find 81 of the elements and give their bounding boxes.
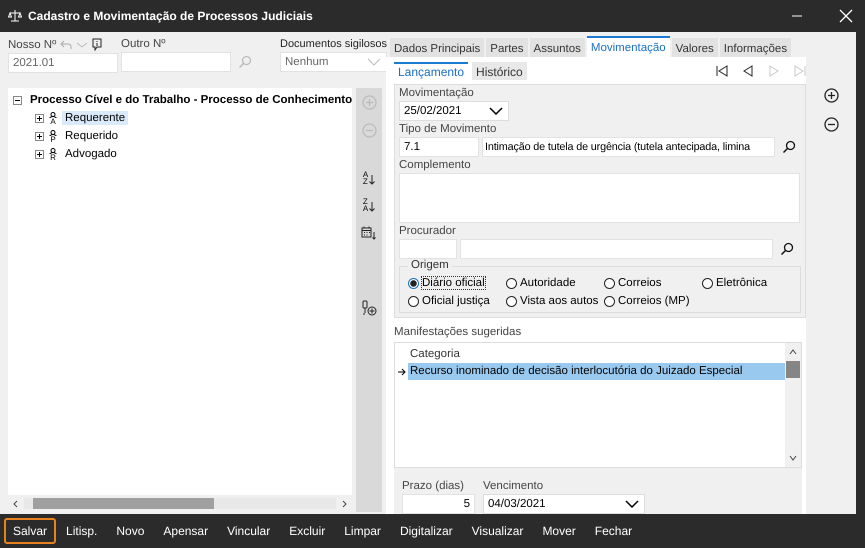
field-label: Documentos sigilosos bbox=[280, 37, 387, 52]
toolbar-button[interactable]: Apensar bbox=[154, 518, 218, 544]
search-icon[interactable] bbox=[780, 242, 794, 256]
column-header: Categoria bbox=[409, 347, 461, 362]
collapse-toggle-icon[interactable] bbox=[13, 96, 22, 104]
tipo-descricao-field[interactable]: Intimação de tutela de urgência (tutela antecipada, limina bbox=[482, 137, 775, 157]
scrollbar-thumb[interactable] bbox=[786, 361, 800, 378]
list-row[interactable]: Recurso inominado de decisão interlocutória do Juizado Especial bbox=[408, 363, 785, 380]
window-title: Cadastro e Movimentação de Processos Judiciais bbox=[28, 9, 313, 23]
radio-option[interactable]: Autoridade bbox=[506, 275, 604, 291]
toolbar-button[interactable]: Vincular bbox=[218, 518, 280, 544]
vertical-scrollbar[interactable] bbox=[785, 343, 801, 467]
scales-icon bbox=[8, 9, 22, 23]
prazo-field[interactable]: 5 bbox=[402, 494, 475, 514]
scroll-down-icon[interactable] bbox=[789, 455, 797, 461]
chevron-down-icon bbox=[489, 107, 503, 115]
toolbar-button[interactable]: Salvar bbox=[4, 518, 56, 544]
radio-option[interactable]: Correios (MP) bbox=[604, 293, 702, 309]
tab[interactable]: Histórico bbox=[472, 62, 527, 80]
tree-item[interactable]: Requerente bbox=[62, 111, 128, 125]
previous-icon[interactable] bbox=[742, 65, 754, 77]
toolbar-button[interactable]: Mover bbox=[533, 518, 585, 544]
vencimento-date-picker[interactable]: 04/03/2021 bbox=[483, 494, 645, 514]
toolbar-button[interactable]: Excluir bbox=[280, 518, 334, 544]
radio-option[interactable]: Vista aos autos bbox=[506, 293, 604, 309]
tab[interactable]: Lançamento bbox=[394, 62, 468, 80]
toolbar-button[interactable]: Visualizar bbox=[462, 518, 532, 544]
chevron-down-icon bbox=[367, 58, 381, 66]
scroll-up-icon[interactable] bbox=[789, 349, 797, 355]
tab[interactable]: Informações bbox=[720, 38, 792, 57]
row-pointer-icon bbox=[398, 368, 406, 376]
procurador-codigo-field[interactable] bbox=[399, 239, 457, 259]
info-note-icon[interactable] bbox=[92, 38, 102, 51]
tree-item[interactable]: Requerido bbox=[62, 129, 122, 143]
remove-icon[interactable] bbox=[824, 117, 838, 132]
tab[interactable]: Partes bbox=[486, 38, 528, 57]
radio-option[interactable]: Diário oficial bbox=[408, 275, 506, 291]
radio-option[interactable]: Correios bbox=[604, 275, 702, 291]
calendar-sort-icon[interactable] bbox=[361, 225, 377, 241]
field-label: Vencimento bbox=[483, 479, 544, 494]
chevron-down-icon bbox=[625, 500, 639, 508]
field-label: Tipo de Movimento bbox=[399, 122, 498, 137]
expand-toggle-icon[interactable] bbox=[35, 150, 44, 158]
field-label: Complemento bbox=[399, 158, 472, 173]
scroll-right-icon[interactable] bbox=[340, 500, 348, 508]
toolbar-button[interactable]: Digitalizar bbox=[390, 518, 462, 544]
movimentacao-date-picker[interactable]: 25/02/2021 bbox=[399, 101, 509, 121]
toolbar-button[interactable]: Limpar bbox=[335, 518, 390, 544]
expand-toggle-icon[interactable] bbox=[35, 114, 44, 122]
outro-numero-field[interactable] bbox=[121, 52, 231, 72]
first-record-icon[interactable] bbox=[716, 65, 728, 77]
toolbar-button[interactable]: Novo bbox=[107, 518, 154, 544]
section-label: Manifestações sugeridas bbox=[394, 326, 522, 340]
tab[interactable]: Movimentação bbox=[586, 36, 670, 57]
tree-item[interactable]: Advogado bbox=[62, 147, 120, 161]
complemento-field[interactable] bbox=[399, 173, 800, 223]
toolbar-button[interactable]: Fechar bbox=[586, 518, 642, 544]
add-attachment-icon[interactable] bbox=[361, 300, 377, 316]
group-label: Origem bbox=[408, 259, 452, 271]
scroll-left-icon[interactable] bbox=[12, 500, 20, 508]
nosso-numero-field[interactable]: 2021.01 bbox=[8, 53, 118, 73]
field-label: Procurador bbox=[399, 224, 457, 239]
close-icon[interactable] bbox=[839, 9, 853, 23]
procurador-nome-field[interactable] bbox=[460, 239, 773, 259]
documentos-sigilosos-dropdown[interactable]: Nenhum bbox=[280, 52, 387, 72]
field-label: Nosso Nº bbox=[8, 38, 56, 50]
tab[interactable]: Dados Principais bbox=[390, 38, 484, 57]
add-icon[interactable] bbox=[824, 88, 838, 103]
tab[interactable]: Valores bbox=[672, 38, 718, 57]
toolbar-button[interactable]: Litisp. bbox=[57, 518, 106, 544]
tab[interactable]: Assuntos bbox=[530, 38, 585, 57]
field-label: Outro Nº bbox=[121, 37, 166, 52]
scrollbar-thumb[interactable] bbox=[33, 498, 214, 509]
radio-option[interactable]: Eletrônica bbox=[702, 275, 800, 291]
radio-option[interactable]: Oficial justiça bbox=[408, 293, 506, 309]
tree-item[interactable]: Processo Cível e do Trabalho - Processo de Conhecimento bbox=[30, 94, 352, 106]
field-label: Movimentação bbox=[399, 86, 475, 101]
tipo-codigo-field[interactable]: 7.1 bbox=[399, 137, 479, 157]
field-label: Prazo (dias) bbox=[402, 479, 465, 494]
search-icon[interactable] bbox=[782, 140, 796, 154]
expand-toggle-icon[interactable] bbox=[35, 132, 44, 140]
